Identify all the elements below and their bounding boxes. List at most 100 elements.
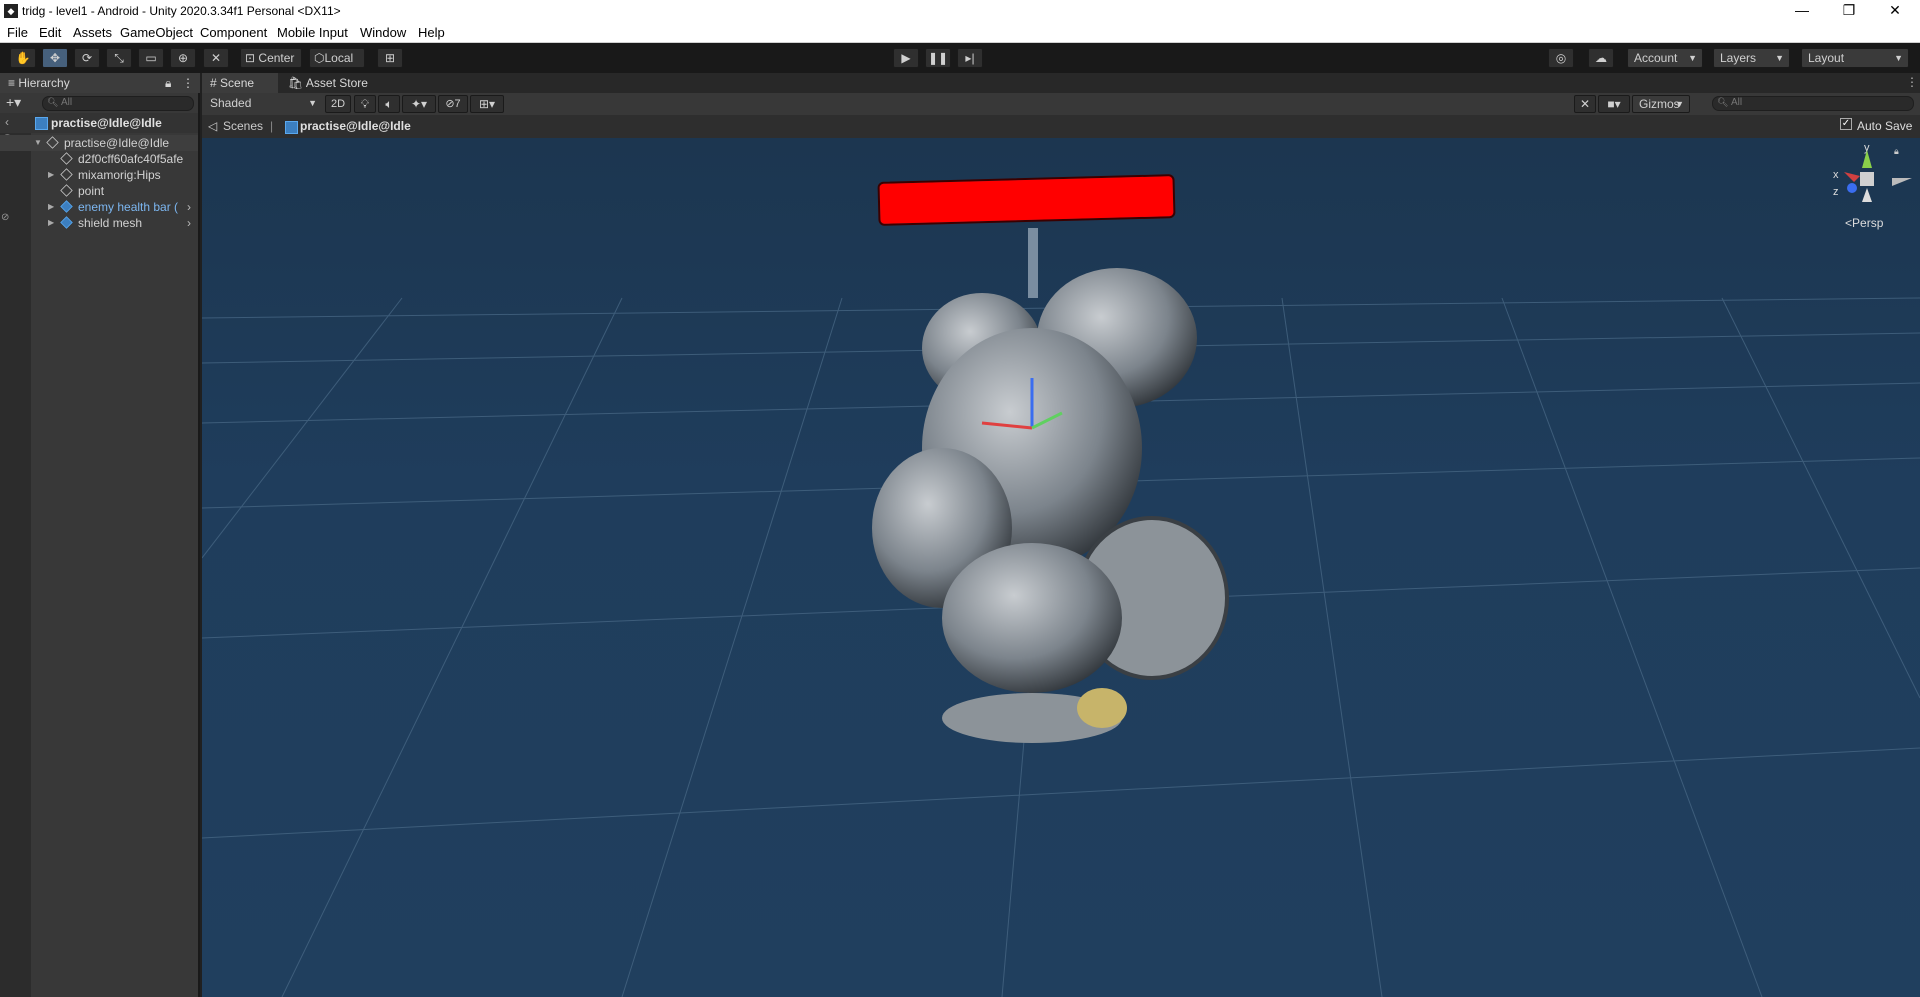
collab-icon[interactable]: ◎	[1548, 48, 1574, 68]
list-item-label: d2f0cff60afc40f5afe	[78, 152, 184, 166]
shop-icon: 🛍︎	[288, 76, 304, 90]
menu-help[interactable]: Help	[418, 25, 445, 40]
maximize-button[interactable]: ❐	[1827, 0, 1871, 22]
list-item-label: enemy health bar (	[78, 200, 179, 214]
main-toolbar: ✋ ✥ ⟳ ⤡ ▭ ⊕ ✕ ⊡ Center ⬡Local ⊞ ▶ ❚❚ ▸| …	[0, 43, 1920, 73]
minimize-button[interactable]: —	[1780, 0, 1824, 22]
axis-cone-icon	[1844, 150, 1912, 202]
menu-window[interactable]: Window	[360, 25, 406, 40]
chevron-down-icon: ▼	[1688, 53, 1697, 63]
prefab-mode-bar: ◁ Scenes | practise@Idle@Idle ✓ Auto Sav…	[202, 115, 1920, 138]
camera-icon[interactable]: ■▾	[1598, 95, 1630, 113]
prefab-cube-icon	[285, 121, 298, 134]
tab-hierarchy[interactable]: ≡ Hierarchy 🔒︎ ⋮	[0, 73, 200, 93]
auto-save-checkbox[interactable]: ✓	[1840, 118, 1852, 130]
move-tool-icon[interactable]: ✥	[42, 48, 68, 68]
pivot-icon: ⊡	[245, 51, 256, 65]
list-item[interactable]: point	[0, 183, 198, 199]
pivot-center-button[interactable]: ⊡ Center	[240, 48, 302, 68]
chevron-down-icon: ▼	[1675, 99, 1684, 109]
rect-tool-icon[interactable]: ▭	[138, 48, 164, 68]
menu-file[interactable]: File	[7, 25, 28, 40]
scene-toolbar: Shaded ▼ 2D 💡︎ 🔈︎ ✦▾ ⊘7 ⊞▾ ✕ ■▾ Gizmos ▼ 🔍…	[202, 93, 1920, 115]
collapsed-arrow-icon[interactable]: ▶	[48, 199, 54, 215]
prefab-cube-icon	[60, 200, 73, 213]
add-icon[interactable]: +▾	[6, 94, 21, 111]
space-local-button[interactable]: ⬡Local	[309, 48, 365, 68]
list-item[interactable]: ▶ mixamorig:Hips	[0, 167, 198, 183]
cloud-icon[interactable]: ☁	[1588, 48, 1614, 68]
close-button[interactable]: ✕	[1873, 0, 1917, 22]
menu-bar: File Edit Assets GameObject Component Mo…	[0, 22, 1920, 43]
gizmos-dropdown[interactable]: Gizmos ▼	[1632, 95, 1690, 113]
hand-tool-icon[interactable]: ✋	[10, 48, 36, 68]
tab-scene[interactable]: # Scene	[202, 73, 278, 93]
scene-viewport[interactable]: y x z 🔒︎ <Persp	[202, 138, 1920, 997]
play-button[interactable]: ▶	[893, 48, 919, 68]
audio-icon[interactable]: 🔈︎	[378, 95, 400, 113]
account-dropdown[interactable]: Account ▼	[1627, 48, 1703, 68]
prefab-cube-icon	[35, 117, 48, 130]
shading-mode-label: Shaded	[210, 96, 252, 110]
robot-model[interactable]	[832, 228, 1252, 748]
menu-edit[interactable]: Edit	[39, 25, 61, 40]
more-options-icon[interactable]: ⋮	[182, 73, 194, 93]
window-title: tridg - level1 - Android - Unity 2020.3.…	[22, 4, 341, 18]
health-bar-fill	[879, 176, 1174, 224]
hidden-objects-toggle[interactable]: ⊘7	[438, 95, 468, 113]
list-item[interactable]: ▶ enemy health bar ( ›	[0, 199, 198, 215]
grid-snap-icon[interactable]: ⊞	[377, 48, 403, 68]
scene-panel: # Scene 🛍︎ Asset Store ⋮ Shaded ▼ 2D 💡︎ 🔈…	[202, 73, 1920, 997]
hierarchy-search-input[interactable]: 🔍︎ All	[42, 96, 194, 111]
list-item[interactable]: ▶ shield mesh ›	[0, 215, 198, 231]
grid-toggle-icon[interactable]: ⊞▾	[470, 95, 504, 113]
more-options-icon[interactable]: ⋮	[1906, 75, 1918, 89]
pause-button[interactable]: ❚❚	[925, 48, 951, 68]
menu-mobile-input[interactable]: Mobile Input	[277, 25, 348, 40]
layout-label: Layout	[1808, 51, 1845, 65]
breadcrumb-prefab[interactable]: practise@Idle@Idle	[300, 119, 411, 133]
list-item[interactable]: ▼ practise@Idle@Idle	[0, 135, 198, 151]
effects-icon[interactable]: ✦▾	[402, 95, 436, 113]
layers-dropdown[interactable]: Layers ▼	[1713, 48, 1790, 68]
layout-dropdown[interactable]: Layout ▼	[1801, 48, 1909, 68]
hidden-count: 7	[454, 98, 461, 110]
lighting-icon[interactable]: 💡︎	[354, 95, 376, 113]
account-label: Account	[1634, 51, 1678, 65]
tools-icon[interactable]: ✕	[1574, 95, 1596, 113]
rotate-tool-icon[interactable]: ⟳	[74, 48, 100, 68]
collapsed-arrow-icon[interactable]: ▶	[48, 167, 54, 183]
lock-icon[interactable]: 🔒︎	[165, 73, 171, 93]
menu-gameobject[interactable]: GameObject	[120, 25, 193, 40]
prefab-breadcrumb: ‹ practise@Idle@Idle	[0, 113, 198, 133]
search-placeholder: All	[61, 97, 73, 108]
custom-tool-icon[interactable]: ✕	[203, 48, 229, 68]
scene-search-input[interactable]: 🔍︎ All	[1712, 96, 1914, 111]
open-prefab-arrow-icon[interactable]: ›	[187, 215, 191, 231]
expand-arrow-icon[interactable]: ▼	[34, 135, 42, 151]
layers-label: Layers	[1720, 51, 1757, 65]
back-arrow-icon[interactable]: ‹	[5, 115, 9, 129]
hierarchy-search-row: +▾ 🔍︎ All	[0, 93, 198, 113]
transform-tool-icon[interactable]: ⊕	[170, 48, 196, 68]
unity-app-icon: ◆	[4, 4, 18, 18]
visibility-gutter: 👁︎ ⊘	[0, 133, 31, 997]
breadcrumb-scenes[interactable]: Scenes	[223, 119, 263, 133]
menu-component[interactable]: Component	[200, 25, 267, 40]
list-item[interactable]: d2f0cff60afc40f5afe	[0, 151, 198, 167]
scene-tab-strip: # Scene 🛍︎ Asset Store ⋮	[202, 73, 1920, 93]
chevron-down-icon: ▼	[1775, 53, 1784, 63]
step-button[interactable]: ▸|	[957, 48, 983, 68]
menu-assets[interactable]: Assets	[73, 25, 112, 40]
open-prefab-arrow-icon[interactable]: ›	[187, 199, 191, 215]
shading-mode-dropdown[interactable]: Shaded ▼	[204, 95, 322, 113]
tab-asset-store[interactable]: 🛍︎ Asset Store	[280, 73, 380, 93]
projection-toggle[interactable]: <Persp	[1845, 216, 1883, 230]
scale-tool-icon[interactable]: ⤡	[106, 48, 132, 68]
toggle-2d-button[interactable]: 2D	[325, 95, 351, 113]
collapsed-arrow-icon[interactable]: ▶	[48, 215, 54, 231]
hierarchy-tab-label: Hierarchy	[18, 76, 70, 90]
scenes-icon: ◁	[208, 119, 218, 133]
orientation-gizmo[interactable]: y x z 🔒︎ <Persp	[1812, 138, 1912, 238]
space-label: Local	[324, 51, 354, 65]
